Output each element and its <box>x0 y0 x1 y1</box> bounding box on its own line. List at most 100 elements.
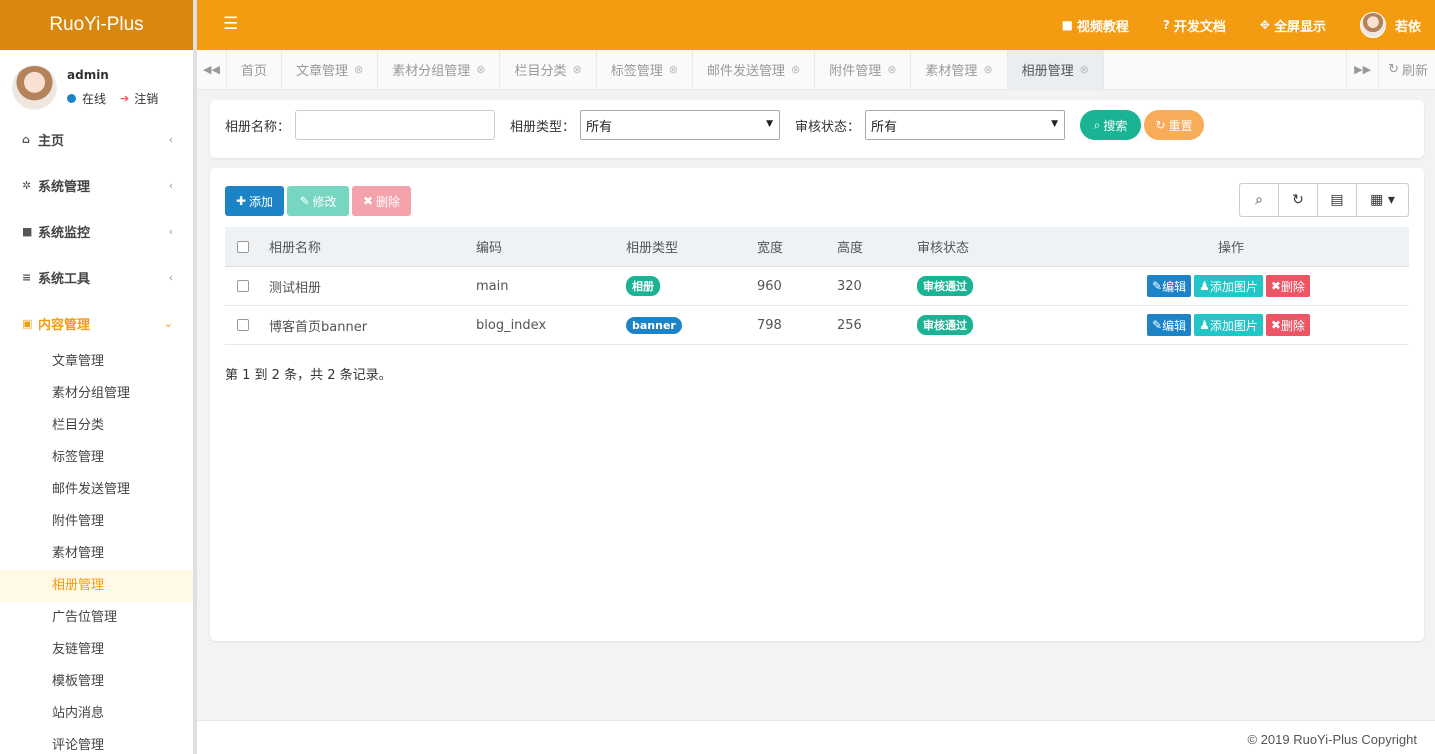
close-icon[interactable]: ⊗ <box>476 63 485 76</box>
sidebar-subitem[interactable]: 站内消息 <box>0 698 193 730</box>
sidebar-item-system[interactable]: ✲ 系统管理 ‹ <box>0 162 193 208</box>
sidebar-subitem[interactable]: 附件管理 <box>0 506 193 538</box>
refresh-icon: ↻ <box>1155 118 1166 132</box>
sidebar-subitem[interactable]: 邮件发送管理 <box>0 474 193 506</box>
tab-article[interactable]: 文章管理 ⊗ <box>282 50 379 89</box>
video-tutorial-link[interactable]: ■ 视频教程 <box>1062 16 1129 35</box>
tab-label: 标签管理 <box>610 64 663 79</box>
edit-button[interactable]: ✎ 修改 <box>287 186 349 216</box>
column-header[interactable]: 编码 <box>476 227 502 266</box>
column-header[interactable]: 审核状态 <box>917 227 969 266</box>
edit-icon: ✎ <box>1152 279 1163 293</box>
close-icon[interactable]: ⊗ <box>1080 63 1089 76</box>
refresh-icon: ↻ <box>1292 192 1304 208</box>
row-delete-button[interactable]: ✖ 删除 <box>1265 275 1310 297</box>
sidebar-item-tools[interactable]: ≡ 系统工具 ‹ <box>0 254 193 300</box>
refresh-table-button[interactable]: ↻ <box>1279 184 1318 216</box>
sidebar-subitem[interactable]: 栏目分类 <box>0 410 193 442</box>
close-icon[interactable]: ⊗ <box>887 63 896 76</box>
user-menu[interactable]: 若依 <box>1359 12 1421 38</box>
search-toggle-button[interactable]: ⌕ <box>1240 184 1279 216</box>
logo[interactable]: RuoYi-Plus <box>0 0 193 50</box>
sidebar-subitem[interactable]: 模板管理 <box>0 666 193 698</box>
sign-out-icon[interactable]: ➔ <box>120 92 129 105</box>
close-icon[interactable]: ⊗ <box>573 63 582 76</box>
logout-link[interactable]: 注销 <box>134 90 158 107</box>
sidebar-subitem[interactable]: 广告位管理 <box>0 602 193 634</box>
row-edit-button[interactable]: ✎ 编辑 <box>1147 314 1192 336</box>
width-cell: 798 <box>757 317 782 333</box>
tab-next-icon[interactable]: ▶▶ <box>1346 50 1378 89</box>
sidebar-nav: ⌂ 主页 ‹ ✲ 系统管理 ‹ ■ 系统监控 ‹ ≡ 系统工具 ‹ ▣ 内容管理… <box>0 116 193 346</box>
add-button-label: 添加 <box>249 194 274 209</box>
close-icon[interactable]: ⊗ <box>983 63 992 76</box>
tab-material-group[interactable]: 素材分组管理 ⊗ <box>378 50 501 89</box>
table-row[interactable]: 测试相册 main 相册 960 320 审核通过 ✎ 编辑 ♟ 添加图片 ✖ 删除 <box>225 267 1409 306</box>
tab-prev-icon[interactable]: ◀◀ <box>197 50 227 89</box>
row-checkbox[interactable] <box>237 267 249 305</box>
column-header[interactable]: 宽度 <box>757 227 783 266</box>
close-icon[interactable]: ⊗ <box>354 63 363 76</box>
sidebar-subitem[interactable]: 素材管理 <box>0 538 193 570</box>
column-header[interactable]: 高度 <box>837 227 863 266</box>
close-icon[interactable]: ⊗ <box>791 63 800 76</box>
tab-mail[interactable]: 邮件发送管理 ⊗ <box>693 50 816 89</box>
top-navbar: ☰ ■ 视频教程 ? 开发文档 ✥ 全屏显示 若依 <box>197 0 1435 50</box>
column-header[interactable]: 相册名称 <box>269 227 321 266</box>
table-row[interactable]: 博客首页banner blog_index banner 798 256 审核通… <box>225 306 1409 345</box>
list-alt-icon: ▤ <box>1330 192 1344 208</box>
type-cell: 相册 <box>626 267 660 305</box>
album-name-input[interactable] <box>295 110 495 140</box>
sidebar-subitem[interactable]: 友链管理 <box>0 634 193 666</box>
columns-button[interactable]: ▦ ▾ <box>1357 184 1408 216</box>
chevron-down-icon: ⌄ <box>163 316 173 330</box>
sidebar-subitem[interactable]: 评论管理 <box>0 730 193 754</box>
reset-button[interactable]: ↻ 重置 <box>1144 110 1204 140</box>
tab-attachment[interactable]: 附件管理 ⊗ <box>815 50 912 89</box>
tab-home[interactable]: 首页 <box>227 50 283 89</box>
sidebar-item-label: 内容管理 <box>38 317 91 333</box>
tab-label: 相册管理 <box>1021 64 1074 79</box>
chevron-left-icon: ‹ <box>168 132 173 146</box>
tab-material[interactable]: 素材管理 ⊗ <box>911 50 1008 89</box>
row-delete-button[interactable]: ✖ 删除 <box>1265 314 1310 336</box>
column-header[interactable]: 相册类型 <box>626 227 678 266</box>
refresh-label: 刷新 <box>1401 64 1428 79</box>
tab-category[interactable]: 栏目分类 ⊗ <box>500 50 597 89</box>
dev-docs-link[interactable]: ? 开发文档 <box>1163 16 1226 35</box>
sidebar-item-content[interactable]: ▣ 内容管理 ⌄ <box>0 300 193 346</box>
row-checkbox[interactable] <box>237 306 249 344</box>
add-button[interactable]: ✚ 添加 <box>225 186 284 216</box>
sidebar-item-label: 主页 <box>38 133 65 149</box>
album-type-select[interactable]: 所有 ▼ <box>580 110 780 140</box>
row-add-image-button[interactable]: ♟ 添加图片 <box>1194 314 1263 336</box>
album-type-value: 所有 <box>586 119 613 135</box>
search-button[interactable]: ⌕ 搜索 <box>1080 110 1141 140</box>
row-add-image-label: 添加图片 <box>1209 279 1258 294</box>
user-icon: ♟ <box>1199 279 1210 293</box>
top-link-label: 开发文档 <box>1173 19 1226 35</box>
audit-status-select[interactable]: 所有 ▼ <box>865 110 1065 140</box>
close-icon: ✖ <box>362 194 374 208</box>
sidebar-subitem-active[interactable]: 相册管理 <box>0 570 193 602</box>
sidebar-subitem[interactable]: 文章管理 <box>0 346 193 378</box>
sidebar-submenu: 文章管理 素材分组管理 栏目分类 标签管理 邮件发送管理 附件管理 素材管理 相… <box>0 346 193 754</box>
tab-label: 栏目分类 <box>514 64 567 79</box>
sidebar-item-monitor[interactable]: ■ 系统监控 ‹ <box>0 208 193 254</box>
row-add-image-label: 添加图片 <box>1209 318 1258 333</box>
tab-album[interactable]: 相册管理 ⊗ <box>1007 50 1104 89</box>
delete-button[interactable]: ✖ 删除 <box>352 186 411 216</box>
row-edit-button[interactable]: ✎ 编辑 <box>1147 275 1192 297</box>
fullscreen-link[interactable]: ✥ 全屏显示 <box>1260 16 1326 35</box>
sidebar-item-home[interactable]: ⌂ 主页 ‹ <box>0 116 193 162</box>
toggle-view-button[interactable]: ▤ <box>1318 184 1357 216</box>
sidebar-subitem[interactable]: 素材分组管理 <box>0 378 193 410</box>
select-all-checkbox[interactable] <box>237 227 249 266</box>
row-add-image-button[interactable]: ♟ 添加图片 <box>1194 275 1263 297</box>
tab-tags[interactable]: 标签管理 ⊗ <box>597 50 693 89</box>
sidebar-subitem[interactable]: 标签管理 <box>0 442 193 474</box>
hamburger-menu-icon[interactable]: ☰ <box>223 14 238 34</box>
refresh-button[interactable]: ↻ 刷新 <box>1378 50 1435 89</box>
row-delete-label: 删除 <box>1280 318 1305 333</box>
close-icon[interactable]: ⊗ <box>669 63 678 76</box>
